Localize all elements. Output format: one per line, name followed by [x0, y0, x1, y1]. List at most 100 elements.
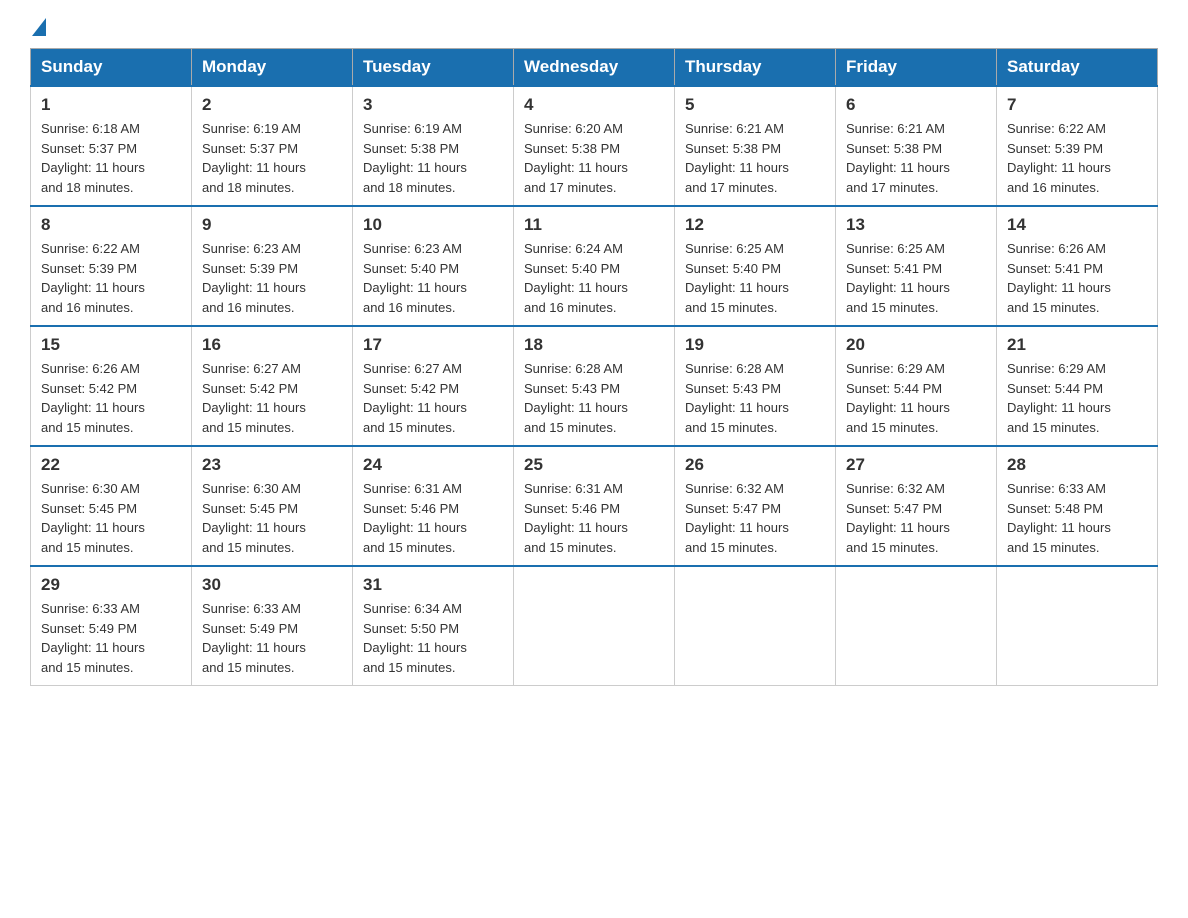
calendar-day-cell: 15 Sunrise: 6:26 AM Sunset: 5:42 PM Dayl…: [31, 326, 192, 446]
day-number: 3: [363, 95, 503, 115]
day-number: 31: [363, 575, 503, 595]
day-info: Sunrise: 6:21 AM Sunset: 5:38 PM Dayligh…: [685, 119, 825, 197]
calendar-day-cell: [514, 566, 675, 686]
day-info: Sunrise: 6:24 AM Sunset: 5:40 PM Dayligh…: [524, 239, 664, 317]
day-number: 5: [685, 95, 825, 115]
day-number: 17: [363, 335, 503, 355]
calendar-day-cell: 29 Sunrise: 6:33 AM Sunset: 5:49 PM Dayl…: [31, 566, 192, 686]
day-number: 28: [1007, 455, 1147, 475]
calendar-week-row: 8 Sunrise: 6:22 AM Sunset: 5:39 PM Dayli…: [31, 206, 1158, 326]
day-number: 20: [846, 335, 986, 355]
day-number: 25: [524, 455, 664, 475]
day-number: 1: [41, 95, 181, 115]
weekday-header-saturday: Saturday: [997, 49, 1158, 87]
day-info: Sunrise: 6:28 AM Sunset: 5:43 PM Dayligh…: [524, 359, 664, 437]
day-info: Sunrise: 6:28 AM Sunset: 5:43 PM Dayligh…: [685, 359, 825, 437]
logo-triangle-icon: [32, 18, 46, 36]
calendar-day-cell: 24 Sunrise: 6:31 AM Sunset: 5:46 PM Dayl…: [353, 446, 514, 566]
day-number: 16: [202, 335, 342, 355]
day-info: Sunrise: 6:27 AM Sunset: 5:42 PM Dayligh…: [363, 359, 503, 437]
day-info: Sunrise: 6:33 AM Sunset: 5:48 PM Dayligh…: [1007, 479, 1147, 557]
calendar-day-cell: 12 Sunrise: 6:25 AM Sunset: 5:40 PM Dayl…: [675, 206, 836, 326]
calendar-day-cell: 23 Sunrise: 6:30 AM Sunset: 5:45 PM Dayl…: [192, 446, 353, 566]
day-info: Sunrise: 6:25 AM Sunset: 5:41 PM Dayligh…: [846, 239, 986, 317]
calendar-table: SundayMondayTuesdayWednesdayThursdayFrid…: [30, 48, 1158, 686]
day-info: Sunrise: 6:23 AM Sunset: 5:40 PM Dayligh…: [363, 239, 503, 317]
day-info: Sunrise: 6:20 AM Sunset: 5:38 PM Dayligh…: [524, 119, 664, 197]
calendar-day-cell: 26 Sunrise: 6:32 AM Sunset: 5:47 PM Dayl…: [675, 446, 836, 566]
day-number: 4: [524, 95, 664, 115]
weekday-header-friday: Friday: [836, 49, 997, 87]
calendar-day-cell: 14 Sunrise: 6:26 AM Sunset: 5:41 PM Dayl…: [997, 206, 1158, 326]
calendar-day-cell: 20 Sunrise: 6:29 AM Sunset: 5:44 PM Dayl…: [836, 326, 997, 446]
calendar-day-cell: 3 Sunrise: 6:19 AM Sunset: 5:38 PM Dayli…: [353, 86, 514, 206]
calendar-day-cell: 6 Sunrise: 6:21 AM Sunset: 5:38 PM Dayli…: [836, 86, 997, 206]
calendar-week-row: 22 Sunrise: 6:30 AM Sunset: 5:45 PM Dayl…: [31, 446, 1158, 566]
day-info: Sunrise: 6:25 AM Sunset: 5:40 PM Dayligh…: [685, 239, 825, 317]
weekday-header-monday: Monday: [192, 49, 353, 87]
calendar-day-cell: 7 Sunrise: 6:22 AM Sunset: 5:39 PM Dayli…: [997, 86, 1158, 206]
weekday-header-sunday: Sunday: [31, 49, 192, 87]
day-info: Sunrise: 6:29 AM Sunset: 5:44 PM Dayligh…: [846, 359, 986, 437]
day-info: Sunrise: 6:23 AM Sunset: 5:39 PM Dayligh…: [202, 239, 342, 317]
calendar-day-cell: 5 Sunrise: 6:21 AM Sunset: 5:38 PM Dayli…: [675, 86, 836, 206]
weekday-header-tuesday: Tuesday: [353, 49, 514, 87]
day-info: Sunrise: 6:26 AM Sunset: 5:41 PM Dayligh…: [1007, 239, 1147, 317]
day-number: 21: [1007, 335, 1147, 355]
day-info: Sunrise: 6:27 AM Sunset: 5:42 PM Dayligh…: [202, 359, 342, 437]
calendar-day-cell: 27 Sunrise: 6:32 AM Sunset: 5:47 PM Dayl…: [836, 446, 997, 566]
calendar-day-cell: 4 Sunrise: 6:20 AM Sunset: 5:38 PM Dayli…: [514, 86, 675, 206]
day-number: 13: [846, 215, 986, 235]
calendar-day-cell: 9 Sunrise: 6:23 AM Sunset: 5:39 PM Dayli…: [192, 206, 353, 326]
calendar-day-cell: 17 Sunrise: 6:27 AM Sunset: 5:42 PM Dayl…: [353, 326, 514, 446]
day-number: 24: [363, 455, 503, 475]
calendar-day-cell: 18 Sunrise: 6:28 AM Sunset: 5:43 PM Dayl…: [514, 326, 675, 446]
day-number: 11: [524, 215, 664, 235]
calendar-day-cell: [836, 566, 997, 686]
calendar-day-cell: 31 Sunrise: 6:34 AM Sunset: 5:50 PM Dayl…: [353, 566, 514, 686]
calendar-body: 1 Sunrise: 6:18 AM Sunset: 5:37 PM Dayli…: [31, 86, 1158, 686]
day-number: 12: [685, 215, 825, 235]
day-number: 10: [363, 215, 503, 235]
calendar-day-cell: 16 Sunrise: 6:27 AM Sunset: 5:42 PM Dayl…: [192, 326, 353, 446]
calendar-week-row: 15 Sunrise: 6:26 AM Sunset: 5:42 PM Dayl…: [31, 326, 1158, 446]
day-info: Sunrise: 6:26 AM Sunset: 5:42 PM Dayligh…: [41, 359, 181, 437]
day-number: 27: [846, 455, 986, 475]
calendar-day-cell: 1 Sunrise: 6:18 AM Sunset: 5:37 PM Dayli…: [31, 86, 192, 206]
calendar-week-row: 1 Sunrise: 6:18 AM Sunset: 5:37 PM Dayli…: [31, 86, 1158, 206]
day-number: 18: [524, 335, 664, 355]
logo: [30, 20, 48, 38]
calendar-day-cell: 10 Sunrise: 6:23 AM Sunset: 5:40 PM Dayl…: [353, 206, 514, 326]
day-info: Sunrise: 6:30 AM Sunset: 5:45 PM Dayligh…: [202, 479, 342, 557]
day-number: 29: [41, 575, 181, 595]
calendar-day-cell: 25 Sunrise: 6:31 AM Sunset: 5:46 PM Dayl…: [514, 446, 675, 566]
day-info: Sunrise: 6:19 AM Sunset: 5:37 PM Dayligh…: [202, 119, 342, 197]
day-info: Sunrise: 6:18 AM Sunset: 5:37 PM Dayligh…: [41, 119, 181, 197]
day-info: Sunrise: 6:32 AM Sunset: 5:47 PM Dayligh…: [846, 479, 986, 557]
day-info: Sunrise: 6:32 AM Sunset: 5:47 PM Dayligh…: [685, 479, 825, 557]
calendar-day-cell: 13 Sunrise: 6:25 AM Sunset: 5:41 PM Dayl…: [836, 206, 997, 326]
calendar-day-cell: 2 Sunrise: 6:19 AM Sunset: 5:37 PM Dayli…: [192, 86, 353, 206]
day-number: 14: [1007, 215, 1147, 235]
day-number: 7: [1007, 95, 1147, 115]
day-number: 30: [202, 575, 342, 595]
day-number: 8: [41, 215, 181, 235]
day-info: Sunrise: 6:34 AM Sunset: 5:50 PM Dayligh…: [363, 599, 503, 677]
day-info: Sunrise: 6:31 AM Sunset: 5:46 PM Dayligh…: [524, 479, 664, 557]
day-info: Sunrise: 6:31 AM Sunset: 5:46 PM Dayligh…: [363, 479, 503, 557]
day-number: 2: [202, 95, 342, 115]
calendar-day-cell: [675, 566, 836, 686]
calendar-day-cell: 22 Sunrise: 6:30 AM Sunset: 5:45 PM Dayl…: [31, 446, 192, 566]
day-number: 19: [685, 335, 825, 355]
weekday-row: SundayMondayTuesdayWednesdayThursdayFrid…: [31, 49, 1158, 87]
day-info: Sunrise: 6:29 AM Sunset: 5:44 PM Dayligh…: [1007, 359, 1147, 437]
day-number: 22: [41, 455, 181, 475]
day-info: Sunrise: 6:33 AM Sunset: 5:49 PM Dayligh…: [202, 599, 342, 677]
calendar-day-cell: [997, 566, 1158, 686]
calendar-header: SundayMondayTuesdayWednesdayThursdayFrid…: [31, 49, 1158, 87]
day-info: Sunrise: 6:33 AM Sunset: 5:49 PM Dayligh…: [41, 599, 181, 677]
page-header: [30, 20, 1158, 38]
calendar-day-cell: 19 Sunrise: 6:28 AM Sunset: 5:43 PM Dayl…: [675, 326, 836, 446]
day-number: 9: [202, 215, 342, 235]
calendar-day-cell: 30 Sunrise: 6:33 AM Sunset: 5:49 PM Dayl…: [192, 566, 353, 686]
